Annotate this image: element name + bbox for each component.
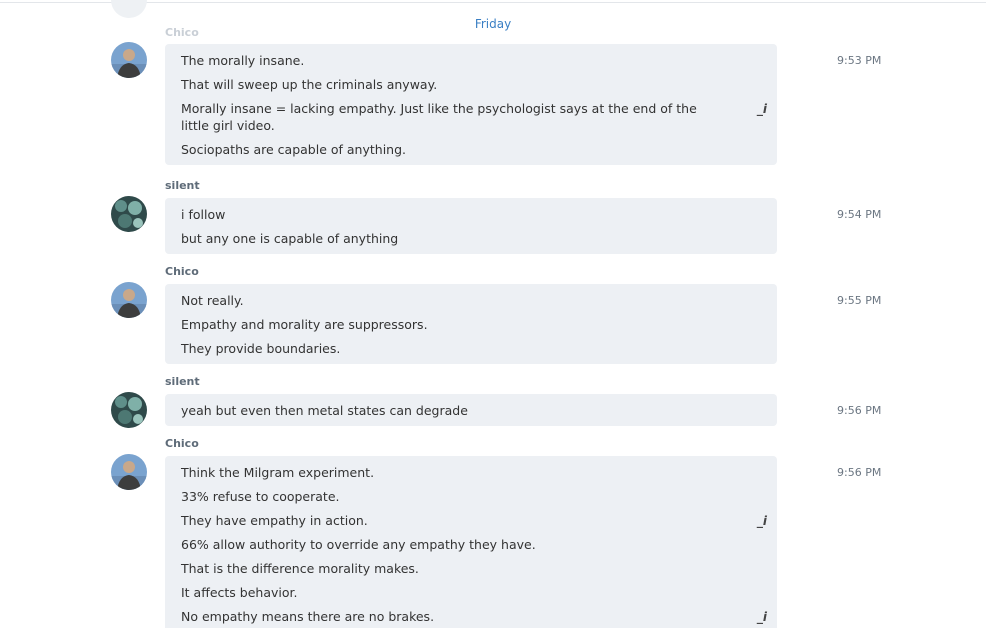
silent-avatar-icon: [111, 196, 147, 232]
message-line: yeah but even then metal states can degr…: [181, 402, 468, 418]
message-line: Empathy and morality are suppressors.: [181, 316, 428, 332]
top-border: [0, 2, 986, 3]
sender-name[interactable]: silent: [165, 179, 200, 192]
edited-icon[interactable]: _i: [757, 609, 767, 626]
message-line: i follow: [181, 206, 226, 222]
message-line: No empathy means there are no brakes. _i: [181, 608, 767, 625]
silent-avatar-icon: [111, 392, 147, 428]
avatar-silent[interactable]: [111, 392, 147, 428]
message-bubble[interactable]: i follow but any one is capable of anyth…: [165, 198, 777, 254]
edited-icon[interactable]: _i: [757, 513, 767, 530]
avatar-chico[interactable]: [111, 454, 147, 490]
sender-name[interactable]: Chico: [165, 437, 199, 450]
message-line: It affects behavior.: [181, 584, 298, 600]
message-bubble[interactable]: Think the Milgram experiment. 33% refuse…: [165, 456, 777, 628]
partial-avatar: [111, 0, 147, 18]
message-line: Think the Milgram experiment.: [181, 464, 375, 480]
message-line: That is the difference morality makes.: [181, 560, 419, 576]
message-line: Morally insane = lacking empathy. Just l…: [181, 100, 767, 133]
avatar-silent[interactable]: [111, 196, 147, 232]
message-line: They have empathy in action. _i: [181, 512, 767, 529]
timestamp: 9:56 PM: [837, 404, 882, 417]
message-line: but any one is capable of anything: [181, 230, 399, 246]
timestamp: 9:54 PM: [837, 208, 882, 221]
message-line: Sociopaths are capable of anything.: [181, 141, 406, 157]
message-line: They provide boundaries.: [181, 340, 341, 356]
avatar-chico[interactable]: [111, 42, 147, 78]
message-bubble[interactable]: The morally insane. That will sweep up t…: [165, 44, 777, 165]
timestamp: 9:55 PM: [837, 294, 882, 307]
chico-avatar-icon: [111, 454, 147, 490]
message-line: Not really.: [181, 292, 244, 308]
message-line: 66% allow authority to override any empa…: [181, 536, 536, 552]
message-line: The morally insane.: [181, 52, 305, 68]
message-bubble[interactable]: Not really. Empathy and morality are sup…: [165, 284, 777, 364]
message-line: That will sweep up the criminals anyway.: [181, 76, 438, 92]
message-line: 33% refuse to cooperate.: [181, 488, 340, 504]
date-separator: Friday: [474, 17, 512, 31]
edited-icon[interactable]: _i: [757, 101, 767, 118]
timestamp: 9:53 PM: [837, 54, 882, 67]
chico-avatar-icon: [111, 42, 147, 78]
sender-name[interactable]: silent: [165, 375, 200, 388]
timestamp: 9:56 PM: [837, 466, 882, 479]
message-bubble[interactable]: yeah but even then metal states can degr…: [165, 394, 777, 426]
chico-avatar-icon: [111, 282, 147, 318]
avatar-chico[interactable]: [111, 282, 147, 318]
sender-name[interactable]: Chico: [165, 265, 199, 278]
